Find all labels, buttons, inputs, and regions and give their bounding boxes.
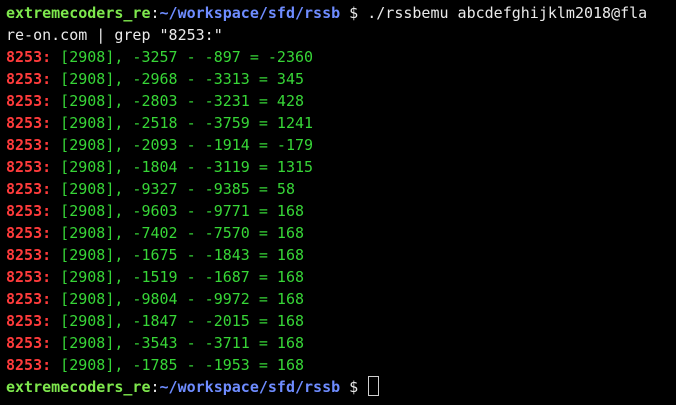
prompt-colon: : <box>150 4 160 22</box>
output-values: [2908], -2803 - -3231 = 428 <box>51 92 305 110</box>
output-line: 8253: [2908], -2968 - -3313 = 345 <box>6 68 676 90</box>
grep-match-label: 8253: <box>6 114 52 132</box>
grep-match-label: 8253: <box>6 136 52 154</box>
prompt-symbol: $ <box>340 378 368 396</box>
terminal-window[interactable]: extremecoders_re:~/workspace/sfd/rssb $ … <box>0 0 676 405</box>
output-line: 8253: [2908], -9327 - -9385 = 58 <box>6 178 676 200</box>
prompt-colon: : <box>150 378 160 396</box>
output-values: [2908], -1675 - -1843 = 168 <box>51 246 305 264</box>
output-values: [2908], -2968 - -3313 = 345 <box>51 70 305 88</box>
grep-match-label: 8253: <box>6 290 52 308</box>
prompt-path: ~/workspace/sfd/rssb <box>159 4 341 22</box>
output-values: [2908], -9327 - -9385 = 58 <box>51 180 295 198</box>
output-line: 8253: [2908], -1519 - -1687 = 168 <box>6 266 676 288</box>
output-values: [2908], -9804 - -9972 = 168 <box>51 290 305 308</box>
grep-match-label: 8253: <box>6 48 52 66</box>
output-values: [2908], -2093 - -1914 = -179 <box>51 136 314 154</box>
grep-match-label: 8253: <box>6 268 52 286</box>
output-values: [2908], -1785 - -1953 = 168 <box>51 356 305 374</box>
prompt-user-host: extremecoders_re <box>6 4 151 22</box>
active-prompt-line[interactable]: extremecoders_re:~/workspace/sfd/rssb $ <box>6 376 676 398</box>
output-values: [2908], -2518 - -3759 = 1241 <box>51 114 314 132</box>
grep-match-label: 8253: <box>6 356 52 374</box>
output-line: 8253: [2908], -1804 - -3119 = 1315 <box>6 156 676 178</box>
output-values: [2908], -3543 - -3711 = 168 <box>51 334 305 352</box>
output-line: 8253: [2908], -2518 - -3759 = 1241 <box>6 112 676 134</box>
output-values: [2908], -7402 - -7570 = 168 <box>51 224 305 242</box>
output-line: 8253: [2908], -2803 - -3231 = 428 <box>6 90 676 112</box>
command-text-continued: re-on.com | grep "8253:" <box>6 26 223 44</box>
output-line: 8253: [2908], -9603 - -9771 = 168 <box>6 200 676 222</box>
grep-match-label: 8253: <box>6 246 52 264</box>
command-line-wrap: re-on.com | grep "8253:" <box>6 24 676 46</box>
output-line: 8253: [2908], -1675 - -1843 = 168 <box>6 244 676 266</box>
output-line: 8253: [2908], -1785 - -1953 = 168 <box>6 354 676 376</box>
output-line: 8253: [2908], -7402 - -7570 = 168 <box>6 222 676 244</box>
output-values: [2908], -3257 - -897 = -2360 <box>51 48 314 66</box>
grep-match-label: 8253: <box>6 92 52 110</box>
grep-match-label: 8253: <box>6 70 52 88</box>
command-line: extremecoders_re:~/workspace/sfd/rssb $ … <box>6 2 676 24</box>
output-line: 8253: [2908], -3543 - -3711 = 168 <box>6 332 676 354</box>
grep-match-label: 8253: <box>6 334 52 352</box>
prompt-symbol: $ <box>340 4 368 22</box>
grep-match-label: 8253: <box>6 158 52 176</box>
output-values: [2908], -1519 - -1687 = 168 <box>51 268 305 286</box>
output-line: 8253: [2908], -2093 - -1914 = -179 <box>6 134 676 156</box>
grep-match-label: 8253: <box>6 312 52 330</box>
output-line: 8253: [2908], -9804 - -9972 = 168 <box>6 288 676 310</box>
output-list: 8253: [2908], -3257 - -897 = -2360 8253: … <box>6 46 676 376</box>
output-values: [2908], -9603 - -9771 = 168 <box>51 202 305 220</box>
text-cursor[interactable] <box>368 376 380 396</box>
output-values: [2908], -1847 - -2015 = 168 <box>51 312 305 330</box>
grep-match-label: 8253: <box>6 180 52 198</box>
command-text: ./rssbemu abcdefghijklm2018@fla <box>367 4 648 22</box>
prompt-user-host: extremecoders_re <box>6 378 151 396</box>
output-line: 8253: [2908], -1847 - -2015 = 168 <box>6 310 676 332</box>
grep-match-label: 8253: <box>6 202 52 220</box>
prompt-path: ~/workspace/sfd/rssb <box>159 378 341 396</box>
grep-match-label: 8253: <box>6 224 52 242</box>
output-line: 8253: [2908], -3257 - -897 = -2360 <box>6 46 676 68</box>
output-values: [2908], -1804 - -3119 = 1315 <box>51 158 314 176</box>
